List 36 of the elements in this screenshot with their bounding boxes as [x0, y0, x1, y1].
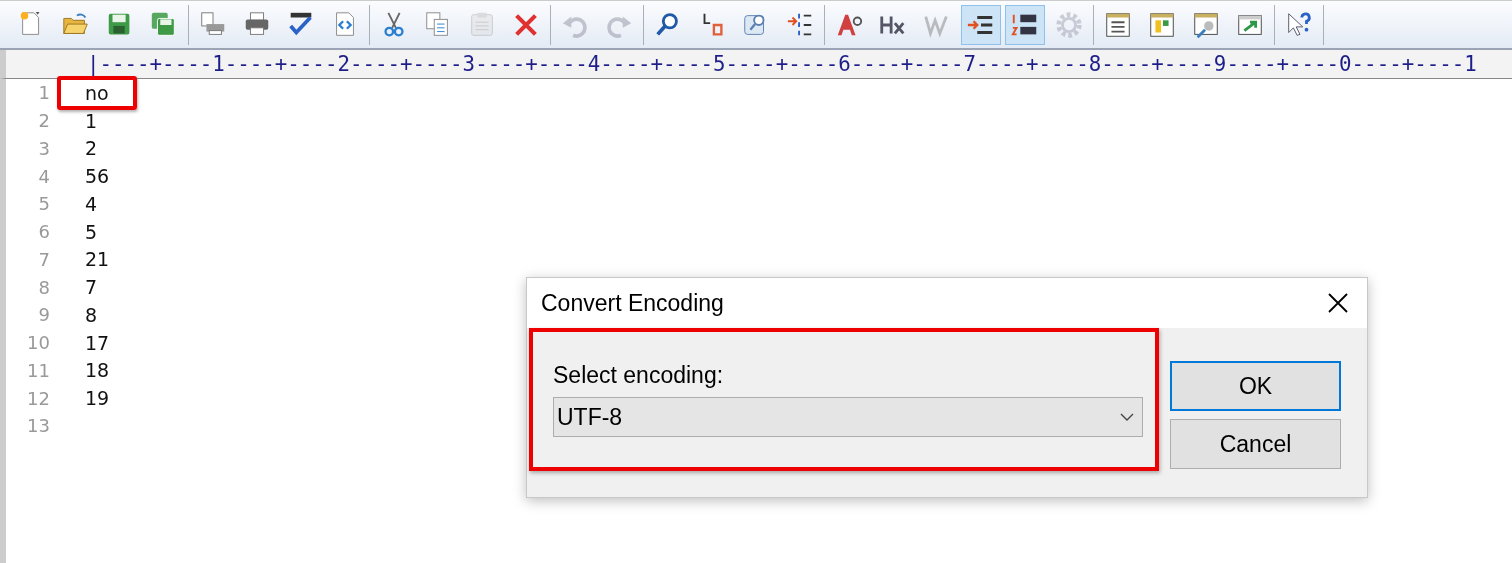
line-number: 6	[37, 221, 50, 243]
line-number: 11	[26, 359, 50, 381]
line-number: 8	[37, 276, 50, 298]
chevron-icon	[1120, 413, 1134, 421]
line-text: 7	[85, 276, 98, 299]
dialog-title: Convert Encoding	[541, 289, 724, 317]
line-number: 10	[26, 332, 50, 354]
line-text: 4	[85, 192, 98, 215]
toolbar-button[interactable]	[1005, 4, 1045, 45]
line-number: 13	[26, 415, 50, 437]
ruler: |----+----1----+----2----+----3----+----4----+----5----+----6----+----7----+----8----+----9----+----0----+----1	[87, 52, 1477, 76]
line-number: 1	[37, 82, 50, 104]
dialog-button[interactable]: OK	[1170, 361, 1341, 411]
line-number: 7	[37, 248, 50, 270]
line-text: 18	[85, 359, 110, 382]
dialog-button[interactable]: Cancel	[1170, 419, 1341, 469]
toolbar-button[interactable]	[961, 4, 1001, 45]
line-text: 2	[85, 137, 98, 160]
line-text: no	[85, 81, 109, 104]
line-text: 56	[85, 165, 110, 188]
gear-icon	[1054, 9, 1084, 40]
line-number: 4	[37, 165, 50, 187]
line-number: 12	[26, 387, 50, 409]
line-number: 2	[37, 110, 50, 132]
line-text: 21	[85, 248, 110, 271]
close-icon[interactable]	[1327, 292, 1349, 314]
encoding-dropdown[interactable]: UTF-8	[553, 397, 1143, 437]
field-label: Select encoding:	[553, 362, 725, 389]
line-number: 9	[37, 304, 50, 326]
line-text: 8	[85, 303, 98, 326]
line-text: 1	[85, 109, 98, 132]
line-number: 3	[37, 137, 50, 159]
line-text: 17	[85, 331, 110, 354]
line-text: 19	[85, 387, 110, 410]
line-text: 5	[85, 220, 98, 243]
line-number: 5	[37, 193, 50, 215]
